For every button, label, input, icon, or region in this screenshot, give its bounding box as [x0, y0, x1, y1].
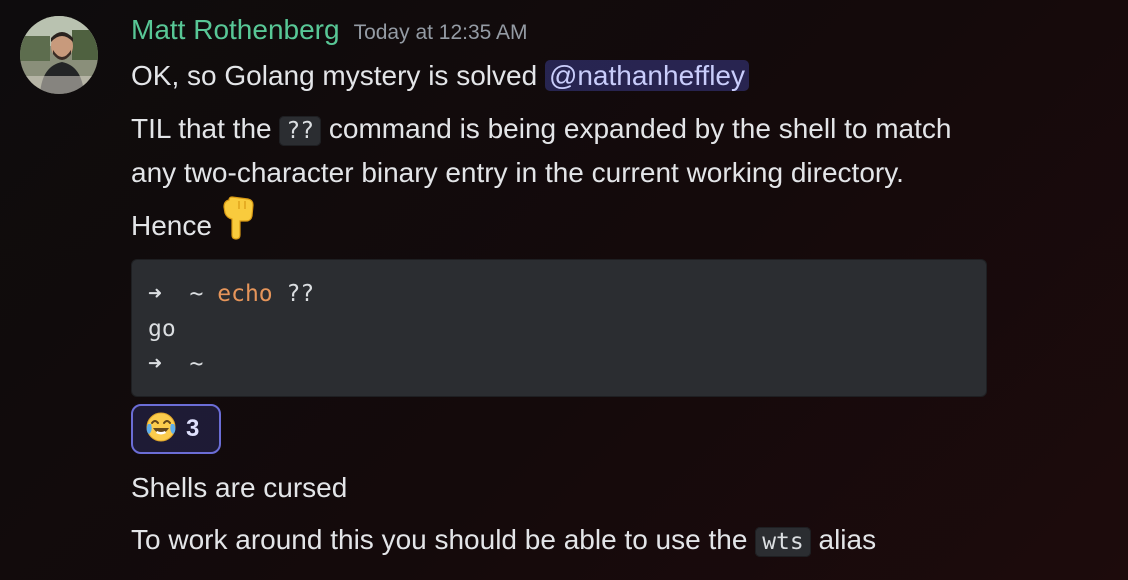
message-line-1: OK, so Golang mystery is solved @nathanh… — [131, 54, 749, 98]
code-line-1: ➜ ~ echo ?? — [148, 277, 970, 312]
code-args: ?? — [272, 281, 315, 307]
code-line-2: go — [148, 316, 176, 342]
tears-of-joy-emoji-icon — [145, 411, 177, 448]
message-line-3: any two-character binary entry in the cu… — [131, 157, 904, 188]
inline-code: ?? — [279, 116, 322, 146]
follow-up-2-post: alias — [810, 524, 877, 555]
avatar[interactable] — [20, 16, 98, 94]
line-4-text: Hence — [131, 209, 212, 241]
follow-up-message-1: Shells are cursed — [131, 472, 348, 503]
author-name[interactable]: Matt Rothenberg — [131, 14, 340, 45]
line-1-text: OK, so Golang mystery is solved — [131, 60, 545, 91]
timestamp[interactable]: Today at 12:35 AM — [354, 21, 528, 44]
message-line-4: Hence — [131, 196, 256, 253]
reaction-button[interactable]: 3 — [131, 404, 221, 454]
code-block[interactable]: ➜ ~ echo ?? go ➜ ~ — [131, 259, 987, 397]
code-prompt: ➜ ~ — [148, 281, 218, 307]
line-2-text-pre: TIL that the — [131, 113, 280, 144]
message-line-2: TIL that the ?? command is being expande… — [131, 107, 951, 153]
user-mention[interactable]: @nathanheffley — [544, 60, 749, 91]
backhand-index-pointing-down-icon — [220, 196, 256, 253]
code-command: echo — [217, 281, 273, 307]
reaction-count: 3 — [186, 415, 200, 442]
avatar-photo — [20, 16, 98, 94]
inline-code-alias: wts — [755, 527, 811, 557]
follow-up-message-2: To work around this you should be able t… — [131, 518, 876, 564]
code-line-3: ➜ ~ — [148, 351, 204, 377]
follow-up-2-pre: To work around this you should be able t… — [131, 524, 756, 555]
message-header: Matt Rothenberg Today at 12:35 AM — [131, 14, 528, 46]
line-2-text-post: command is being expanded by the shell t… — [321, 113, 952, 144]
